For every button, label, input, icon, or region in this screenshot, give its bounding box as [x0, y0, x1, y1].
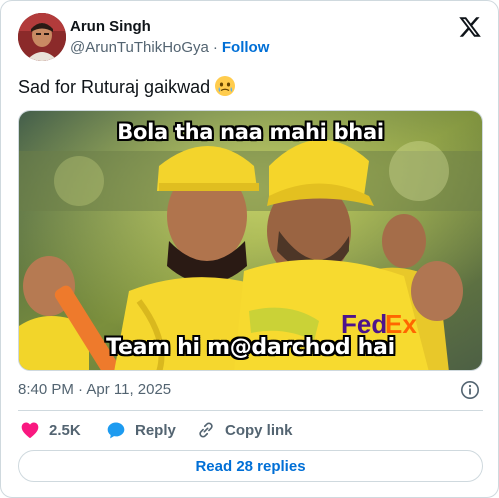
avatar[interactable]	[18, 13, 66, 61]
author-display-name[interactable]: Arun Singh	[70, 17, 269, 37]
link-icon	[199, 422, 213, 438]
copy-link-label: Copy link	[225, 421, 293, 439]
like-button[interactable]: 2.5K	[20, 419, 81, 441]
tweet-header: Arun Singh @ArunTuThikHoGya · Follow	[18, 13, 484, 61]
divider	[18, 410, 483, 411]
tweet-text-content: Sad for Ruturaj gaikwad	[18, 77, 211, 97]
reply-bubble-icon	[107, 422, 125, 439]
like-count: 2.5K	[49, 421, 81, 439]
author-info: Arun Singh @ArunTuThikHoGya · Follow	[70, 17, 269, 58]
heart-icon	[21, 422, 39, 438]
author-handle[interactable]: @ArunTuThikHoGya	[70, 39, 209, 56]
copy-link-button[interactable]: Copy link	[196, 419, 293, 441]
tweet-timestamp[interactable]: 8:40 PM · Apr 11, 2025	[18, 380, 171, 400]
reply-button[interactable]: Reply	[106, 419, 176, 441]
read-replies-button[interactable]: Read 28 replies	[18, 450, 483, 482]
info-icon[interactable]	[460, 380, 480, 400]
follow-button[interactable]: Follow	[222, 39, 270, 56]
separator-dot: ·	[212, 39, 218, 56]
face-holding-back-tears-icon	[214, 75, 236, 97]
meme-caption-bottom: Team hi m@darchod hai	[106, 335, 395, 360]
tweet-text: Sad for Ruturaj gaikwad	[18, 75, 236, 99]
tweet-card: Arun Singh @ArunTuThikHoGya · Follow Sad f…	[0, 0, 499, 498]
action-bar: 2.5K Reply Copy link	[18, 419, 484, 443]
meme-caption-top: Bola tha naa mahi bhai	[117, 120, 384, 144]
meme-photo: Fed Ex	[19, 111, 482, 370]
tweet-media-image[interactable]: Fed Ex Bola tha naa mahi bhai Team hi m@…	[18, 110, 483, 371]
x-logo-icon[interactable]	[458, 15, 482, 39]
author-handle-line: @ArunTuThikHoGya · Follow	[70, 38, 269, 58]
reply-label: Reply	[135, 421, 176, 439]
